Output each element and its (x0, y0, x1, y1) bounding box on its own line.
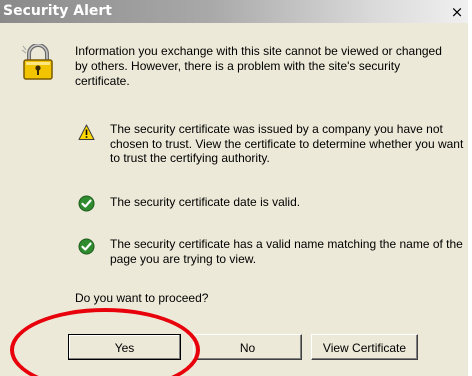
check-icon (78, 195, 95, 212)
warning-message: The security certificate was issued by a… (110, 122, 464, 165)
title-bar[interactable]: Security Alert × (0, 0, 468, 23)
yes-button[interactable]: Yes (68, 334, 181, 360)
close-button[interactable]: × (449, 4, 465, 20)
proceed-question: Do you want to proceed? (75, 291, 209, 305)
date-valid-message: The security certificate date is valid. (110, 195, 301, 209)
padlock-icon (21, 44, 53, 80)
no-button[interactable]: No (193, 334, 302, 360)
view-certificate-button[interactable]: View Certificate (311, 334, 418, 360)
check-icon (78, 238, 95, 255)
security-alert-dialog: Security Alert × Information you exchang… (0, 0, 468, 376)
window-title: Security Alert (3, 3, 112, 19)
intro-text: Information you exchange with this site … (75, 44, 442, 88)
name-valid-message: The security certificate has a valid nam… (110, 237, 463, 266)
warning-icon (78, 124, 95, 140)
